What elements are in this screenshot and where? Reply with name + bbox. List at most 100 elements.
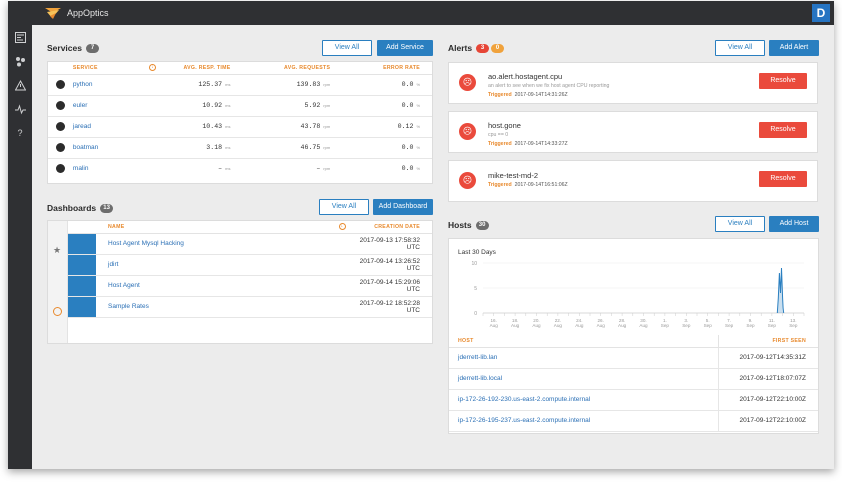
x-tick-label-month: Aug [575, 323, 584, 328]
table-row[interactable]: boatman 3.18 ms 46.75 rpm 0.0% [48, 137, 432, 159]
alert-description: an alert to see when we fix host agent C… [488, 83, 610, 89]
first-seen: 2017-09-12T18:07:07Z [717, 368, 818, 390]
x-tick-label-month: Aug [597, 323, 606, 328]
hosts-count-badge: 30 [475, 220, 489, 230]
hosts-icon[interactable] [8, 99, 32, 119]
dashboard-icon[interactable] [8, 27, 32, 47]
dashboards-title: Dashboards [47, 203, 97, 213]
services-icon[interactable] [8, 51, 32, 71]
table-row[interactable]: euler 10.92 ms 5.92 rpm 0.0% [48, 95, 432, 117]
services-title: Services [47, 43, 82, 53]
table-row[interactable]: ip-172-26-195-237.us-east-2.compute.inte… [449, 410, 818, 432]
globe-icon [55, 101, 65, 110]
table-row[interactable]: malin – ms – rpm 0.0% [48, 158, 432, 179]
x-tick-label-month: Aug [618, 323, 627, 328]
column-avg-requests[interactable]: AVG. REQUESTS [242, 62, 343, 75]
hosts-title: Hosts [448, 220, 472, 230]
column-creation-date[interactable]: CREATION DATE [352, 221, 432, 234]
column-name[interactable]: NAME [100, 221, 332, 234]
host-link[interactable]: ip-172-26-195-237.us-east-2.compute.inte… [458, 417, 590, 424]
sort-icon[interactable]: ↓ [332, 221, 352, 234]
alert-card[interactable]: ☹ mike-test-md-2 Triggered 2017-09-14T16:… [448, 160, 818, 202]
service-link[interactable]: python [73, 81, 93, 88]
clock-icon [53, 307, 62, 316]
alert-card[interactable]: ☹ host.gone cpu == 0 Triggered 2017-09-14… [448, 111, 818, 153]
add-service-button[interactable]: Add Service [377, 40, 433, 56]
service-link[interactable]: malin [73, 165, 89, 172]
table-row[interactable]: Sample Rates 2017-09-12 18:52:28 UTC [68, 296, 432, 318]
alert-name[interactable]: host.gone [488, 121, 521, 130]
avg-requests-value: 139.83 [296, 81, 321, 88]
app-title: AppOptics [67, 8, 109, 18]
avg-resp-value: 3.18 [206, 144, 223, 151]
host-link[interactable]: jderrett-lib.local [458, 375, 502, 382]
table-row[interactable]: jderrett-lib.local 2017-09-12T18:07:07Z [449, 368, 818, 390]
brand[interactable]: AppOptics [44, 5, 109, 21]
star-icon[interactable]: ★ [53, 245, 61, 256]
alert-description: cpu == 0 [488, 132, 509, 138]
table-row[interactable]: python 125.37 ms 139.83 rpm 0.0% [48, 74, 432, 96]
add-host-button[interactable]: Add Host [769, 216, 819, 232]
creation-date: 2017-09-14 13:26:52 UTC [352, 254, 432, 276]
table-row[interactable]: jdirt 2017-09-14 13:26:52 UTC [68, 254, 432, 276]
column-avg-resp-time[interactable]: AVG. RESP. TIME [162, 62, 243, 75]
creation-date: 2017-09-12 18:52:28 UTC [352, 296, 432, 318]
table-row[interactable]: jaread 10.43 ms 43.78 rpm 0.12% [48, 116, 432, 138]
error-rate-value: 0.0 [401, 81, 414, 88]
dashboard-link[interactable]: jdirt [108, 261, 118, 268]
alert-name[interactable]: mike-test-md-2 [488, 171, 538, 180]
alerts-view-all-button[interactable]: View All [715, 40, 765, 56]
column-service[interactable]: SERVICE [72, 62, 143, 75]
column-error-rate[interactable]: ERROR RATE [342, 62, 432, 75]
dashboard-link[interactable]: Sample Rates [108, 303, 149, 310]
column-host[interactable]: HOST [449, 335, 718, 348]
creation-date: 2017-09-14 15:29:06 UTC [352, 275, 432, 297]
services-view-all-button[interactable]: View All [322, 40, 372, 56]
x-tick-label-month: Aug [554, 323, 563, 328]
avg-resp-value: 10.92 [202, 102, 223, 109]
dashboards-view-all-button[interactable]: View All [319, 199, 369, 215]
chart-title: Last 30 Days [458, 249, 496, 256]
resolve-button[interactable]: Resolve [759, 171, 807, 187]
resolve-button[interactable]: Resolve [759, 122, 807, 138]
alert-name[interactable]: ao.alert.hostagent.cpu [488, 72, 562, 81]
x-tick-label-month: Sep [725, 323, 734, 328]
add-alert-button[interactable]: Add Alert [769, 40, 819, 56]
globe-icon [55, 164, 65, 174]
table-row[interactable]: ip-172-26-192-230.us-east-2.compute.inte… [449, 389, 818, 411]
alerts-icon[interactable] [8, 75, 32, 95]
alert-triggered: Triggered 2017-09-14T16:51:06Z [488, 182, 568, 188]
host-link[interactable]: ip-172-26-192-230.us-east-2.compute.inte… [458, 396, 590, 403]
table-row[interactable]: Host Agent Mysql Hacking 2017-09-13 17:5… [68, 233, 432, 255]
dashboard-link[interactable]: Host Agent [108, 282, 140, 289]
app-window: AppOptics D ? Services 7 View All Add Se… [8, 1, 834, 469]
top-bar: AppOptics D [8, 1, 834, 25]
services-table-panel: SERVICE ↓ AVG. RESP. TIME AVG. REQUESTS … [47, 61, 433, 184]
resolve-button[interactable]: Resolve [759, 73, 807, 89]
table-row[interactable]: jderrett-lib.lan 2017-09-12T14:35:31Z [449, 347, 818, 369]
table-row[interactable]: Host Agent 2017-09-14 15:29:06 UTC [68, 275, 432, 297]
avg-requests-value: 46.75 [300, 144, 321, 151]
host-link[interactable]: jderrett-lib.lan [458, 354, 497, 361]
alerts-critical-badge: 3 [476, 43, 490, 53]
y-tick-label: 0 [474, 311, 477, 317]
column-first-seen[interactable]: FIRST SEEN [717, 335, 818, 348]
hosts-chart[interactable]: 105016.Aug18.Aug20.Aug22.Aug24.Aug26.Aug… [449, 257, 818, 337]
alert-triggered: Triggered 2017-09-14T14:33:27Z [488, 141, 568, 147]
alerts-title: Alerts [448, 43, 473, 53]
sort-icon[interactable]: ↓ [142, 62, 163, 75]
x-tick-label-month: Aug [532, 323, 541, 328]
hosts-view-all-button[interactable]: View All [715, 216, 765, 232]
dashboard-link[interactable]: Host Agent Mysql Hacking [108, 240, 184, 247]
service-link[interactable]: boatman [73, 144, 98, 151]
dashboard-thumbnail-icon [68, 233, 96, 254]
avg-resp-value: – [218, 165, 223, 173]
alert-card[interactable]: ☹ ao.alert.hostagent.cpu an alert to see… [448, 62, 818, 104]
help-icon[interactable]: ? [8, 123, 32, 143]
add-dashboard-button[interactable]: Add Dashboard [373, 199, 433, 215]
service-link[interactable]: euler [73, 102, 87, 109]
error-rate-value: 0.12 [397, 123, 414, 130]
user-avatar[interactable]: D [812, 4, 830, 22]
service-link[interactable]: jaread [73, 123, 91, 130]
x-tick-label-month: Sep [682, 323, 691, 328]
